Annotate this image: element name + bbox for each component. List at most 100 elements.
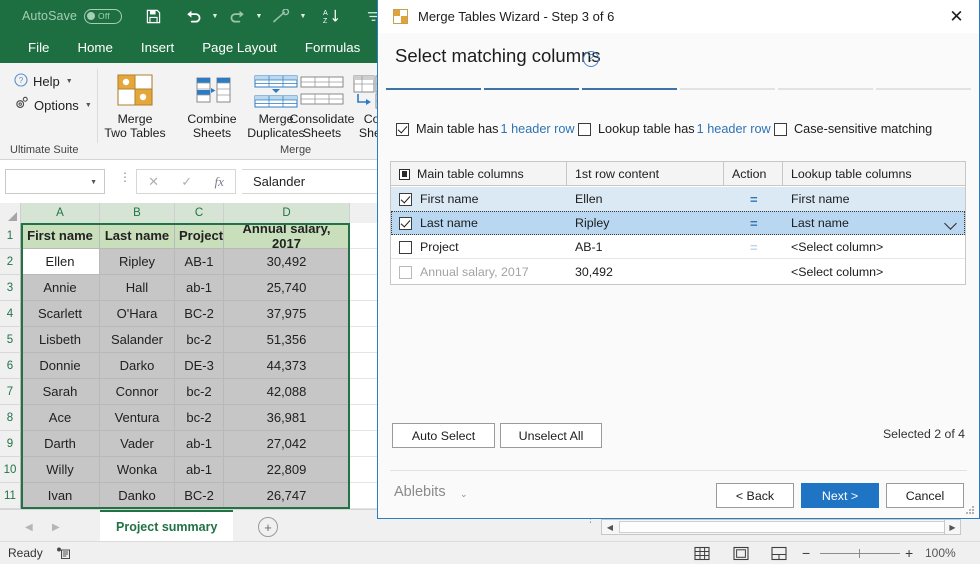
cell-a6[interactable]: Donnie (21, 353, 100, 379)
cell-b1[interactable]: Last name (100, 223, 175, 249)
row-header-9[interactable]: 9 (0, 431, 21, 457)
cell-c10[interactable]: ab-1 (175, 457, 224, 483)
column-header-e[interactable] (350, 203, 380, 223)
formula-bar-grip[interactable]: ⋮ (119, 173, 131, 181)
cell-e9[interactable] (350, 431, 380, 457)
cell-e3[interactable] (350, 275, 380, 301)
table-row[interactable]: First name Ellen = First name (391, 187, 965, 211)
row-checkbox[interactable] (399, 241, 412, 254)
accessibility-icon[interactable] (56, 547, 70, 563)
row-header-2[interactable]: 2 (0, 249, 21, 275)
cell-d11[interactable]: 26,747 (224, 483, 350, 509)
horizontal-scrollbar[interactable]: ◀ (601, 519, 961, 535)
row-header-8[interactable]: 8 (0, 405, 21, 431)
row-main-column[interactable]: First name (391, 187, 567, 211)
cell-b6[interactable]: Darko (100, 353, 175, 379)
merge-two-tables-button[interactable]: Merge Two Tables (99, 68, 171, 140)
header-main-table-columns[interactable]: Main table columns (391, 162, 567, 186)
column-header-b[interactable]: B (100, 203, 175, 223)
cell-d2[interactable]: 30,492 (224, 249, 350, 275)
cell-c7[interactable]: bc-2 (175, 379, 224, 405)
row-lookup-column[interactable]: <Select column> (783, 235, 965, 259)
option-lookup-table-header[interactable]: Lookup table has 1 header row (578, 122, 771, 136)
back-button[interactable]: < Back (716, 483, 794, 508)
case-sensitive-checkbox[interactable] (774, 123, 787, 136)
insert-function-icon[interactable]: fx (214, 174, 223, 190)
normal-view-icon[interactable] (694, 546, 710, 561)
lookup-table-header-checkbox[interactable] (578, 123, 591, 136)
options-button[interactable]: Options ▼ (14, 96, 92, 114)
main-table-header-checkbox[interactable] (396, 123, 409, 136)
cell-b3[interactable]: Hall (100, 275, 175, 301)
tab-insert[interactable]: Insert (127, 32, 188, 63)
cell-c9[interactable]: ab-1 (175, 431, 224, 457)
header-action[interactable]: Action (724, 162, 783, 186)
cell-e1[interactable] (350, 223, 380, 249)
row-header-5[interactable]: 5 (0, 327, 21, 353)
main-table-header-link[interactable]: 1 header row (501, 122, 575, 136)
row-main-column[interactable]: Project (391, 235, 567, 259)
autosave-toggle[interactable]: Off (84, 9, 122, 24)
tab-page-layout[interactable]: Page Layout (188, 32, 291, 63)
add-sheet-icon[interactable]: + (258, 517, 278, 537)
cell-b4[interactable]: O'Hara (100, 301, 175, 327)
cell-b10[interactable]: Wonka (100, 457, 175, 483)
cell-d6[interactable]: 44,373 (224, 353, 350, 379)
save-icon[interactable] (138, 0, 168, 32)
cell-d9[interactable]: 27,042 (224, 431, 350, 457)
zoom-level-label[interactable]: 100% (925, 546, 956, 560)
row-header-6[interactable]: 6 (0, 353, 21, 379)
redo-icon[interactable] (222, 0, 252, 32)
cell-d7[interactable]: 42,088 (224, 379, 350, 405)
tab-home[interactable]: Home (63, 32, 126, 63)
zoom-slider-track[interactable] (820, 553, 900, 554)
sheet-tab-project-summary[interactable]: Project summary (100, 510, 233, 541)
row-action[interactable]: = (724, 211, 783, 235)
row-header-1[interactable]: 1 (0, 223, 21, 249)
cell-b5[interactable]: Salander (100, 327, 175, 353)
row-header-11[interactable]: 11 (0, 483, 21, 509)
row-action[interactable]: = (724, 235, 783, 259)
cell-d5[interactable]: 51,356 (224, 327, 350, 353)
cell-c6[interactable]: DE-3 (175, 353, 224, 379)
option-main-table-header[interactable]: Main table has 1 header row (396, 122, 575, 136)
cell-d4[interactable]: 37,975 (224, 301, 350, 327)
cell-d3[interactable]: 25,740 (224, 275, 350, 301)
cell-e8[interactable] (350, 405, 380, 431)
scroll-right-icon[interactable]: ▶ (944, 519, 961, 535)
cell-c1[interactable]: Project (175, 223, 224, 249)
cell-c2[interactable]: AB-1 (175, 249, 224, 275)
cell-e7[interactable] (350, 379, 380, 405)
touch-draw-dropdown-caret[interactable]: ▼ (296, 0, 310, 32)
page-layout-view-icon[interactable] (733, 546, 749, 561)
row-main-column[interactable]: Annual salary, 2017 (391, 260, 567, 284)
cell-d8[interactable]: 36,981 (224, 405, 350, 431)
table-row[interactable]: Annual salary, 2017 30,492 <Select colum… (391, 260, 965, 284)
cell-e4[interactable] (350, 301, 380, 327)
cell-a8[interactable]: Ace (21, 405, 100, 431)
column-header-c[interactable]: C (175, 203, 224, 223)
row-header-4[interactable]: 4 (0, 301, 21, 327)
undo-icon[interactable] (178, 0, 208, 32)
cell-b11[interactable]: Danko (100, 483, 175, 509)
cell-c3[interactable]: ab-1 (175, 275, 224, 301)
cell-b8[interactable]: Ventura (100, 405, 175, 431)
cell-e5[interactable] (350, 327, 380, 353)
page-break-preview-icon[interactable] (771, 546, 787, 561)
sheet-next-icon[interactable]: ▶ (52, 522, 60, 533)
cell-d10[interactable]: 22,809 (224, 457, 350, 483)
table-row[interactable]: Project AB-1 = <Select column> (391, 235, 965, 259)
cell-d1[interactable]: Annual salary, 2017 (224, 223, 350, 249)
help-caret-icon[interactable]: ▼ (66, 78, 73, 85)
cell-a7[interactable]: Sarah (21, 379, 100, 405)
cell-c8[interactable]: bc-2 (175, 405, 224, 431)
next-button[interactable]: Next > (801, 483, 879, 508)
cell-c11[interactable]: BC-2 (175, 483, 224, 509)
cell-a5[interactable]: Lisbeth (21, 327, 100, 353)
row-main-column[interactable]: Last name (391, 211, 567, 235)
cell-e10[interactable] (350, 457, 380, 483)
chevron-down-icon[interactable]: ▼ (90, 179, 97, 186)
option-case-sensitive[interactable]: Case-sensitive matching (774, 122, 932, 136)
sort-az-icon[interactable]: AZ (316, 0, 346, 32)
row-checkbox[interactable] (399, 193, 412, 206)
